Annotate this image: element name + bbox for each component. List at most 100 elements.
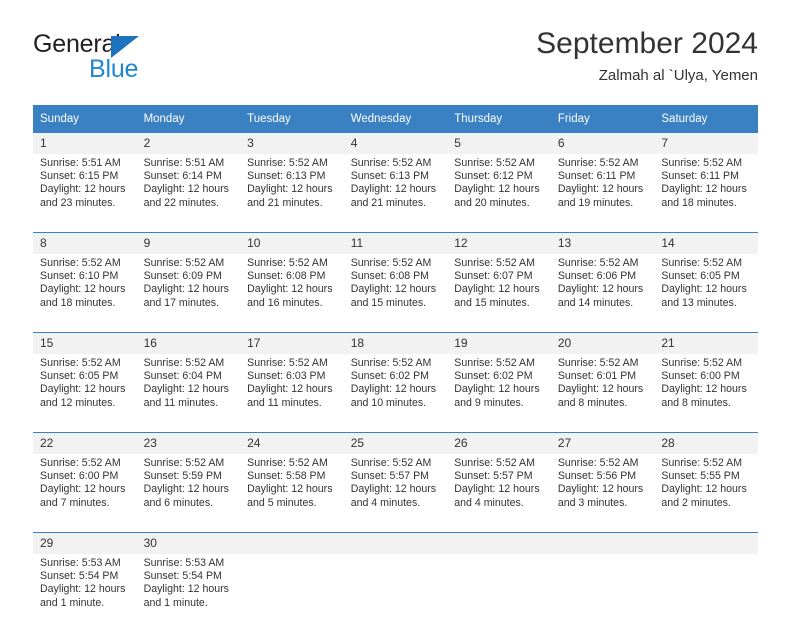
day-number-cell[interactable]: 1	[33, 133, 137, 154]
day-daylight-text: Daylight: 12 hours	[350, 183, 437, 196]
day-number-cell[interactable]: 29	[33, 533, 137, 554]
day-number-cell[interactable]: 16	[136, 333, 241, 354]
day-number-cell[interactable]: 30	[136, 533, 241, 554]
day-detail-cell[interactable]: Sunrise: 5:52 AM Sunset: 6:08 PM Daylight:…	[240, 254, 344, 332]
day-daylight-text: and 21 minutes.	[350, 196, 427, 209]
day-number-cell[interactable]: 4	[343, 133, 448, 154]
day-number-cell[interactable]: 13	[550, 233, 655, 254]
day-number-cell[interactable]: 19	[447, 333, 551, 354]
day-detail-cell[interactable]: Sunrise: 5:52 AM Sunset: 5:59 PM Daylight:…	[136, 454, 241, 532]
day-sunrise-text: Sunrise: 5:52 AM	[40, 457, 121, 469]
day-detail-cell[interactable]: Sunrise: 5:53 AM Sunset: 5:54 PM Daylight:…	[136, 554, 241, 632]
day-number-cell[interactable]: 24	[240, 433, 344, 454]
day-sunrise-text: Sunrise: 5:52 AM	[454, 357, 535, 369]
day-daylight-text: and 1 minute.	[143, 596, 208, 609]
day-number-cell[interactable]: 27	[550, 433, 655, 454]
day-number-cell[interactable]: 14	[654, 233, 758, 254]
day-detail-cell[interactable]: Sunrise: 5:52 AM Sunset: 6:04 PM Daylight:…	[136, 354, 241, 432]
day-sunset-text: Sunset: 6:04 PM	[143, 370, 222, 383]
day-sunset-text: Sunset: 6:05 PM	[40, 370, 119, 383]
day-number-row: 22 23 24 25 26 27 28	[33, 433, 758, 454]
day-number-cell[interactable]: 10	[240, 233, 344, 254]
day-number-cell[interactable]: 23	[136, 433, 241, 454]
day-daylight-text: and 4 minutes.	[350, 496, 421, 509]
day-detail-cell[interactable]: Sunrise: 5:52 AM Sunset: 6:13 PM Daylight:…	[240, 154, 344, 232]
day-detail-row: Sunrise: 5:52 AM Sunset: 6:10 PM Daylight:…	[33, 254, 758, 332]
day-number-cell[interactable]: 17	[240, 333, 344, 354]
day-sunrise-text: Sunrise: 5:52 AM	[557, 157, 639, 169]
day-number-cell[interactable]: 28	[654, 433, 758, 454]
day-sunset-text: Sunset: 5:59 PM	[143, 470, 222, 483]
day-detail-cell[interactable]: Sunrise: 5:51 AM Sunset: 6:14 PM Daylight:…	[136, 154, 241, 232]
day-number-cell[interactable]: 6	[550, 133, 655, 154]
day-daylight-text: and 13 minutes.	[661, 296, 737, 309]
day-number-cell[interactable]: 12	[447, 233, 551, 254]
day-detail-cell[interactable]: Sunrise: 5:52 AM Sunset: 6:12 PM Daylight:…	[447, 154, 551, 232]
day-detail-cell[interactable]: Sunrise: 5:52 AM Sunset: 6:00 PM Daylight:…	[33, 454, 137, 532]
day-number-cell[interactable]: 21	[654, 333, 758, 354]
day-detail-cell[interactable]: Sunrise: 5:52 AM Sunset: 6:11 PM Daylight:…	[550, 154, 655, 232]
day-daylight-text: and 9 minutes.	[454, 396, 524, 409]
day-number-cell[interactable]: 9	[136, 233, 241, 254]
day-number-cell[interactable]: 5	[447, 133, 551, 154]
day-number-cell[interactable]: 8	[33, 233, 137, 254]
day-daylight-text: Daylight: 12 hours	[557, 383, 644, 396]
day-detail-cell[interactable]: Sunrise: 5:52 AM Sunset: 6:02 PM Daylight:…	[343, 354, 448, 432]
day-sunrise-text: Sunrise: 5:52 AM	[143, 257, 225, 269]
day-sunset-text: Sunset: 6:01 PM	[557, 370, 637, 383]
day-detail-cell[interactable]: Sunrise: 5:53 AM Sunset: 5:54 PM Daylight:…	[33, 554, 137, 632]
day-detail-cell[interactable]: Sunrise: 5:52 AM Sunset: 6:02 PM Daylight:…	[447, 354, 551, 432]
day-detail-cell[interactable]: Sunrise: 5:52 AM Sunset: 5:57 PM Daylight:…	[447, 454, 551, 532]
day-daylight-text: Daylight: 12 hours	[247, 183, 333, 196]
day-number-cell[interactable]: 22	[33, 433, 137, 454]
day-detail-cell[interactable]: Sunrise: 5:52 AM Sunset: 6:05 PM Daylight:…	[654, 254, 758, 332]
day-sunrise-text: Sunrise: 5:52 AM	[143, 457, 225, 469]
day-sunrise-text: Sunrise: 5:52 AM	[350, 257, 432, 269]
day-number-cell[interactable]: 11	[343, 233, 448, 254]
day-number-cell[interactable]: 3	[240, 133, 344, 154]
day-detail-cell[interactable]: Sunrise: 5:52 AM Sunset: 6:01 PM Daylight:…	[550, 354, 655, 432]
day-daylight-text: and 14 minutes.	[557, 296, 634, 309]
day-detail-cell[interactable]: Sunrise: 5:52 AM Sunset: 6:05 PM Daylight:…	[33, 354, 137, 432]
day-sunrise-text: Sunrise: 5:52 AM	[661, 457, 743, 469]
day-sunrise-text: Sunrise: 5:52 AM	[143, 357, 225, 369]
day-number-cell[interactable]: 2	[136, 133, 241, 154]
day-sunrise-text: Sunrise: 5:52 AM	[350, 457, 432, 469]
day-daylight-text: and 12 minutes.	[40, 396, 116, 409]
day-sunrise-text: Sunrise: 5:52 AM	[557, 357, 639, 369]
day-detail-cell[interactable]: Sunrise: 5:52 AM Sunset: 6:07 PM Daylight:…	[447, 254, 551, 332]
day-sunset-text: Sunset: 5:54 PM	[143, 570, 222, 583]
day-detail-row: Sunrise: 5:53 AM Sunset: 5:54 PM Daylight:…	[33, 554, 758, 632]
day-detail-cell[interactable]: Sunrise: 5:52 AM Sunset: 6:09 PM Daylight:…	[136, 254, 241, 332]
day-daylight-text: Daylight: 12 hours	[350, 383, 437, 396]
day-number-cell[interactable]: 7	[654, 133, 758, 154]
generalblue-logo[interactable]: General Blue	[33, 30, 253, 92]
day-detail-cell[interactable]: Sunrise: 5:52 AM Sunset: 6:11 PM Daylight:…	[654, 154, 758, 232]
day-detail-cell[interactable]: Sunrise: 5:52 AM Sunset: 6:10 PM Daylight:…	[33, 254, 137, 332]
day-detail-cell[interactable]: Sunrise: 5:52 AM Sunset: 6:08 PM Daylight:…	[343, 254, 448, 332]
day-number-cell[interactable]: 25	[343, 433, 448, 454]
day-number-cell[interactable]: 15	[33, 333, 137, 354]
day-detail-cell[interactable]: Sunrise: 5:52 AM Sunset: 6:06 PM Daylight:…	[550, 254, 655, 332]
logo-text-blue: Blue	[89, 55, 139, 83]
day-detail-cell[interactable]: Sunrise: 5:52 AM Sunset: 6:00 PM Daylight:…	[654, 354, 758, 432]
day-number-cell[interactable]: 26	[447, 433, 551, 454]
day-daylight-text: Daylight: 12 hours	[350, 283, 437, 296]
day-detail-cell[interactable]: Sunrise: 5:52 AM Sunset: 6:13 PM Daylight:…	[343, 154, 448, 232]
day-detail-cell[interactable]: Sunrise: 5:52 AM Sunset: 5:57 PM Daylight:…	[343, 454, 448, 532]
day-sunset-text: Sunset: 5:58 PM	[247, 470, 326, 483]
day-detail-row: Sunrise: 5:52 AM Sunset: 6:05 PM Daylight:…	[33, 354, 758, 432]
day-number-cell[interactable]: 18	[343, 333, 448, 354]
day-detail-cell[interactable]: Sunrise: 5:52 AM Sunset: 5:55 PM Daylight:…	[654, 454, 758, 532]
day-number-row: 8 9 10 11 12 13 14	[33, 233, 758, 254]
day-sunset-text: Sunset: 6:00 PM	[40, 470, 119, 483]
day-detail-cell[interactable]: Sunrise: 5:51 AM Sunset: 6:15 PM Daylight:…	[33, 154, 137, 232]
day-detail-cell[interactable]: Sunrise: 5:52 AM Sunset: 5:56 PM Daylight:…	[550, 454, 655, 532]
day-number-cell[interactable]: 20	[550, 333, 655, 354]
day-sunset-text: Sunset: 6:15 PM	[40, 170, 119, 183]
day-daylight-text: Daylight: 12 hours	[143, 283, 229, 296]
day-number-row: 1234567	[33, 133, 758, 154]
day-detail-cell[interactable]: Sunrise: 5:52 AM Sunset: 5:58 PM Daylight:…	[240, 454, 344, 532]
day-detail-row: Sunrise: 5:51 AM Sunset: 6:15 PM Daylight:…	[33, 154, 758, 232]
day-detail-cell[interactable]: Sunrise: 5:52 AM Sunset: 6:03 PM Daylight:…	[240, 354, 344, 432]
